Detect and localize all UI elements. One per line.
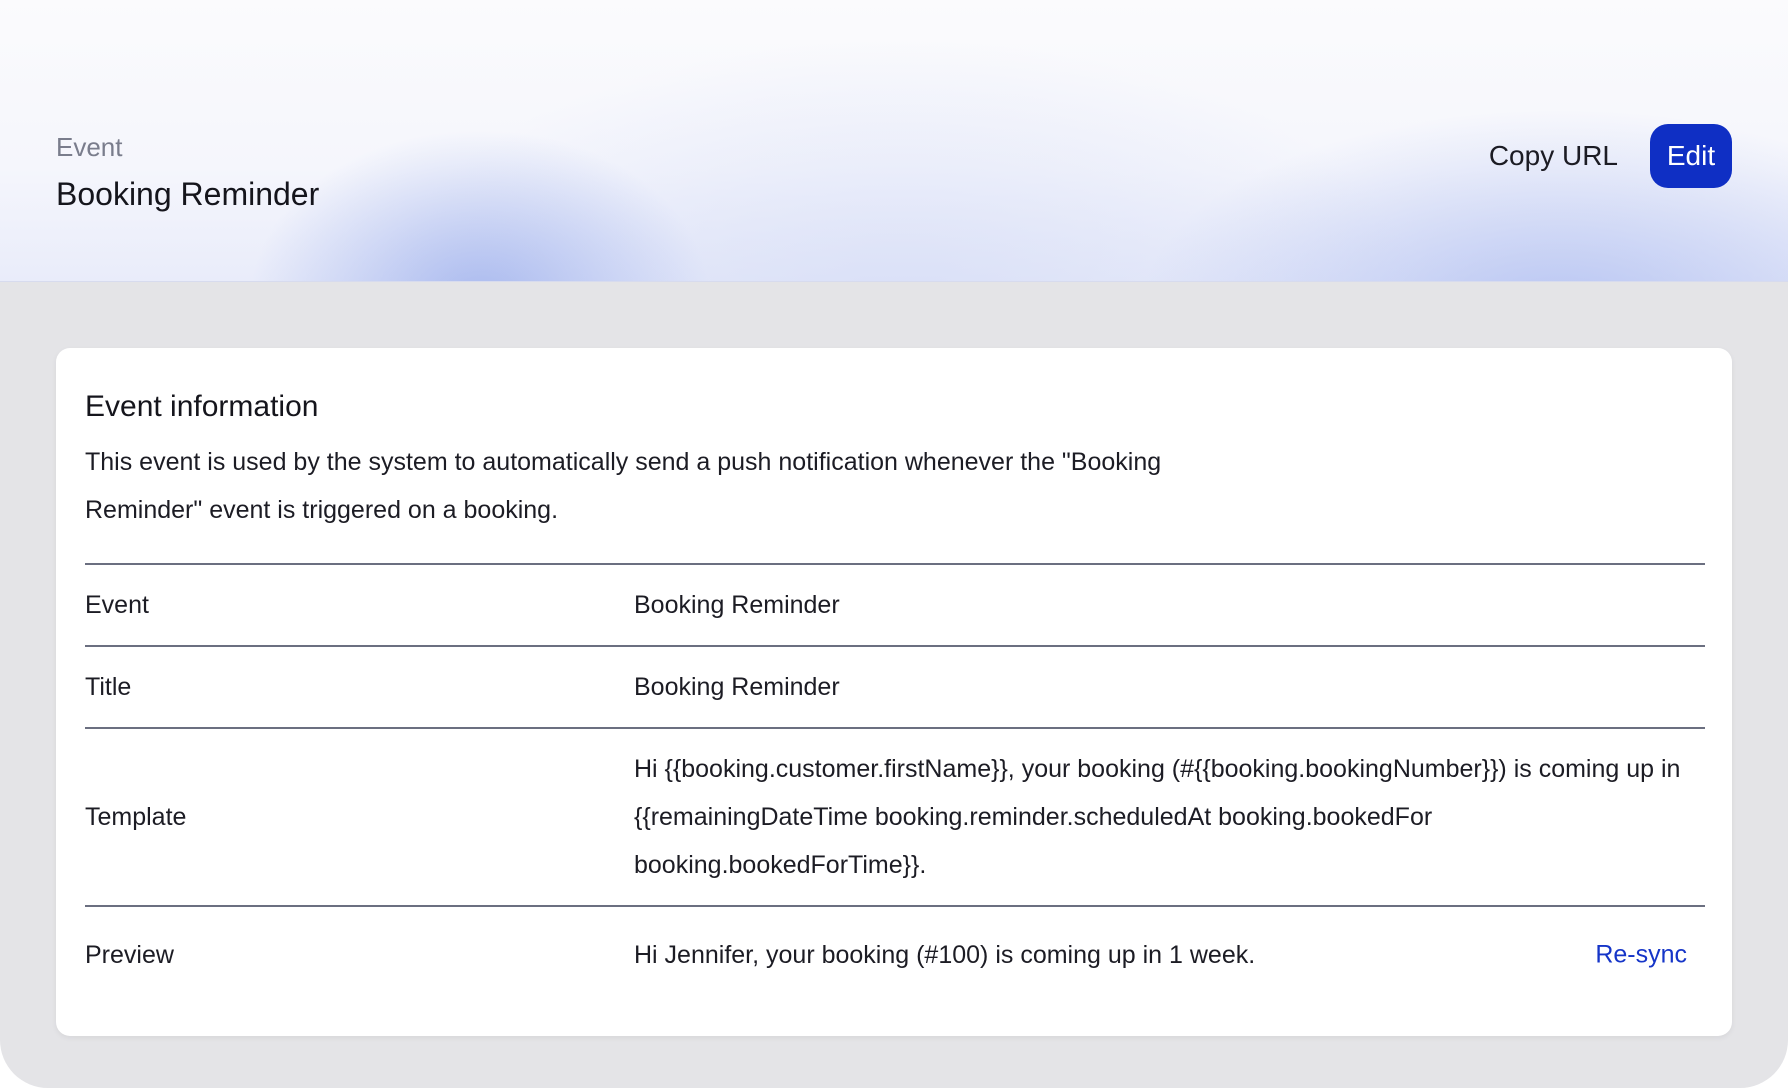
page-header: Event Booking Reminder Copy URL Edit: [0, 0, 1788, 282]
card-title: Event information: [85, 390, 319, 423]
table-row-title: Title Booking Reminder: [85, 645, 1705, 727]
row-label: Event: [85, 590, 149, 619]
table-row-event: Event Booking Reminder: [85, 563, 1705, 645]
breadcrumb: Event: [56, 132, 123, 162]
row-label: Title: [85, 672, 132, 701]
header-actions: Copy URL Edit: [1489, 124, 1732, 188]
table-row-preview: Preview Hi Jennifer, your booking (#100)…: [85, 905, 1705, 1003]
row-label: Template: [85, 802, 187, 831]
details-table: Event Booking Reminder Title Booking Rem…: [85, 563, 1705, 1003]
page-title: Booking Reminder: [56, 176, 320, 212]
event-information-card: Event information This event is used by …: [56, 348, 1732, 1036]
row-value: Booking Reminder: [634, 591, 840, 619]
table-row-template: Template Hi {{booking.customer.firstName…: [85, 727, 1705, 905]
row-value: Booking Reminder: [634, 673, 840, 701]
app-frame: Event Booking Reminder Copy URL Edit Eve…: [0, 0, 1788, 1088]
resync-link[interactable]: Re-sync: [1595, 941, 1687, 970]
row-value: Hi Jennifer, your booking (#100) is comi…: [634, 941, 1256, 969]
copy-url-button[interactable]: Copy URL: [1489, 140, 1618, 172]
row-value: Hi {{booking.customer.firstName}}, your …: [634, 755, 1681, 879]
edit-button[interactable]: Edit: [1650, 124, 1732, 188]
card-description: This event is used by the system to auto…: [85, 448, 1162, 524]
row-label: Preview: [85, 940, 174, 969]
